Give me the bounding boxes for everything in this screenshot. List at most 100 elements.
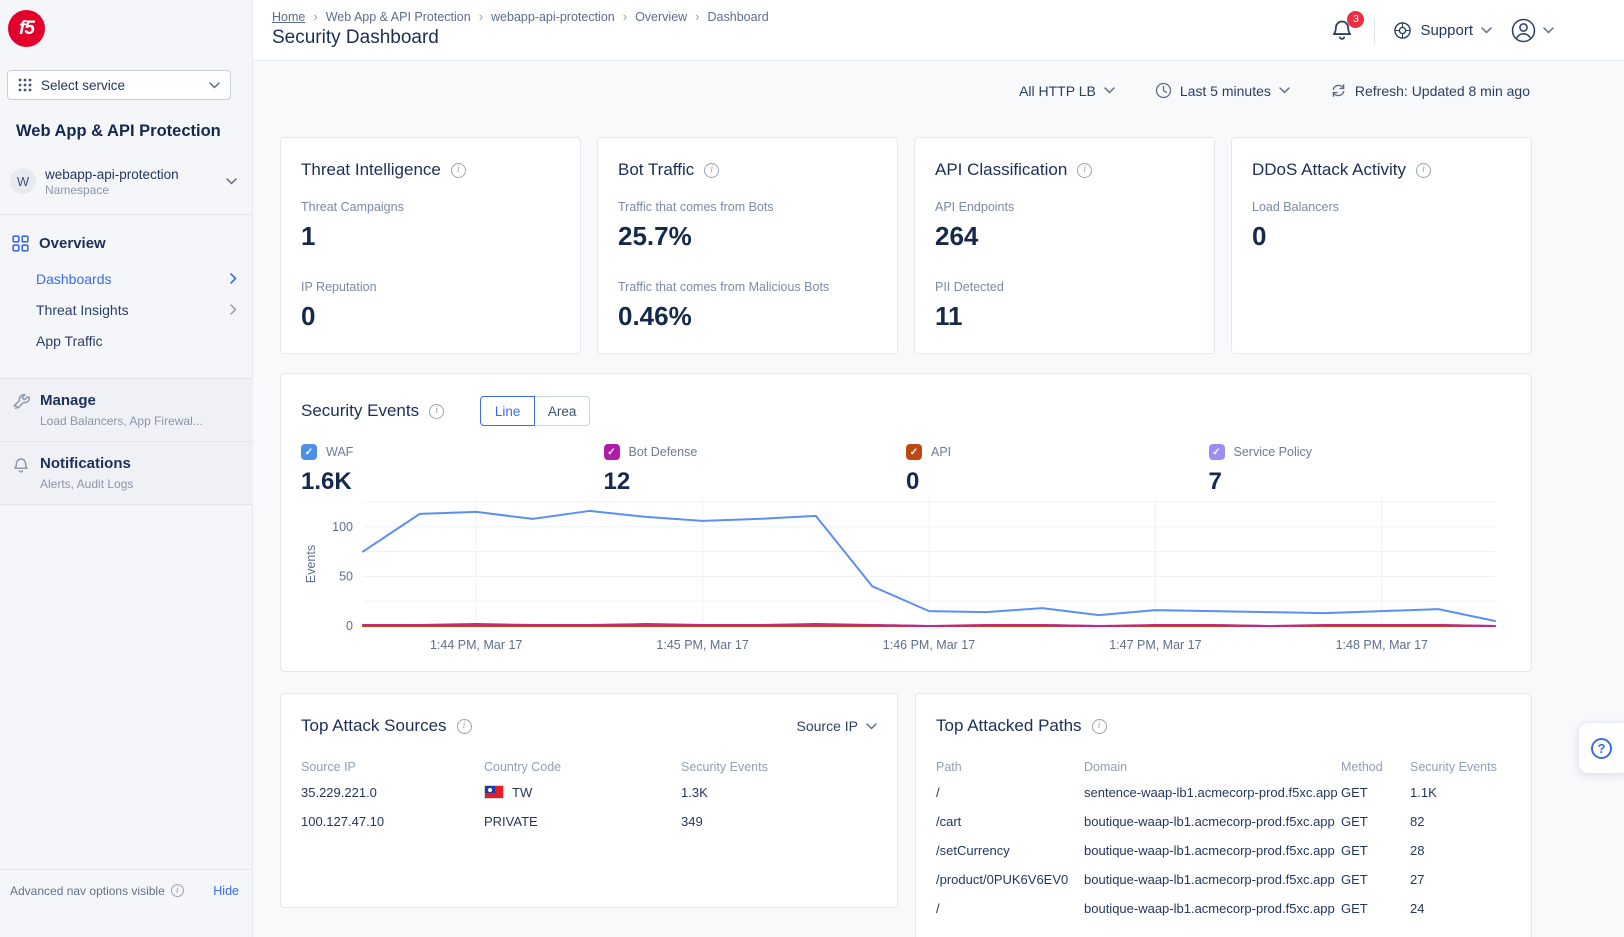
security-events-card: Security Events Line Area WAF 1.6K Bot D…: [280, 373, 1532, 672]
metric-value: 0.46%: [618, 301, 877, 332]
svg-text:100: 100: [332, 520, 353, 534]
legend-item-api: API 0: [906, 444, 1209, 496]
load-balancer-filter[interactable]: All HTTP LB: [1019, 83, 1115, 99]
f5-logo[interactable]: f5: [8, 10, 45, 47]
method-cell: GET: [1341, 894, 1410, 923]
account-menu[interactable]: [1510, 17, 1554, 44]
breadcrumb-separator: [623, 9, 627, 24]
time-range-filter[interactable]: Last 5 minutes: [1155, 82, 1290, 99]
table-row[interactable]: / boutique-waap-lb1.acmecorp-prod.f5xc.a…: [936, 894, 1511, 923]
country-cell: TW: [484, 778, 681, 807]
support-lifering-icon: [1393, 21, 1412, 40]
info-icon[interactable]: [451, 163, 466, 178]
info-icon[interactable]: [457, 719, 472, 734]
breadcrumb-home[interactable]: Home: [272, 10, 305, 24]
info-icon[interactable]: [429, 404, 444, 419]
chart-legend: WAF 1.6K Bot Defense 12 API 0: [301, 444, 1511, 496]
refresh-button[interactable]: Refresh: Updated 8 min ago: [1330, 82, 1530, 99]
line-chart-canvas: 1:44 PM, Mar 171:45 PM, Mar 171:46 PM, M…: [301, 492, 1513, 660]
product-title: Web App & API Protection: [16, 122, 221, 141]
svg-text:1:48 PM, Mar 17: 1:48 PM, Mar 17: [1336, 638, 1428, 652]
select-service-dropdown[interactable]: Select service: [7, 70, 231, 100]
path-cell: /setCurrency: [936, 836, 1084, 865]
table-row[interactable]: 100.127.47.10 PRIVATE 349: [301, 807, 877, 836]
info-icon[interactable]: [1077, 163, 1092, 178]
table-row[interactable]: / sentence-waap-lb1.acmecorp-prod.f5xc.a…: [936, 778, 1511, 807]
bot-defense-checkbox[interactable]: [604, 444, 620, 460]
info-icon[interactable]: [1416, 163, 1431, 178]
legend-label: API: [931, 445, 951, 459]
group-by-value: Source IP: [797, 718, 858, 734]
card-title: Top Attack Sources: [301, 716, 447, 736]
sidebar-item-overview[interactable]: Overview: [0, 226, 253, 260]
advanced-nav-text: Advanced nav options visible: [10, 884, 165, 898]
column-header: Method: [1341, 756, 1410, 778]
select-service-label: Select service: [41, 78, 125, 93]
notifications-bell-button[interactable]: 3: [1330, 18, 1356, 44]
threat-insights-label: Threat Insights: [36, 302, 129, 318]
svg-text:0: 0: [346, 619, 353, 633]
service-policy-checkbox[interactable]: [1209, 444, 1225, 460]
sidebar-item-dashboards[interactable]: Dashboards: [0, 263, 253, 294]
chevron-down-icon: [1481, 27, 1492, 34]
info-icon[interactable]: [1092, 719, 1107, 734]
dashboards-label: Dashboards: [36, 271, 112, 287]
line-toggle-button[interactable]: Line: [480, 396, 535, 426]
metric-value: 0: [1252, 221, 1511, 252]
load-balancer-filter-value: All HTTP LB: [1019, 83, 1096, 99]
info-icon[interactable]: [704, 163, 719, 178]
svg-text:1:47 PM, Mar 17: 1:47 PM, Mar 17: [1109, 638, 1201, 652]
domain-cell: boutique-waap-lb1.acmecorp-prod.f5xc.app: [1084, 807, 1341, 836]
domain-cell: boutique-waap-lb1.acmecorp-prod.f5xc.app: [1084, 836, 1341, 865]
card-title: Security Events: [301, 401, 419, 421]
table-row[interactable]: /product/0PUK6V6EV0 boutique-waap-lb1.ac…: [936, 865, 1511, 894]
path-cell: /product/0PUK6V6EV0: [936, 865, 1084, 894]
support-menu[interactable]: Support: [1393, 21, 1492, 40]
path-cell: /: [936, 894, 1084, 923]
clock-icon: [1155, 82, 1172, 99]
sidebar-item-threat-insights[interactable]: Threat Insights: [0, 294, 253, 325]
table-row[interactable]: /cart boutique-waap-lb1.acmecorp-prod.f5…: [936, 807, 1511, 836]
breadcrumb-overview[interactable]: Overview: [635, 10, 687, 24]
help-button[interactable]: [1578, 722, 1624, 774]
chevron-down-icon: [226, 178, 237, 185]
notification-count-badge: 3: [1347, 11, 1364, 28]
sidebar-sections: Manage Load Balancers, App Firewal... No…: [0, 378, 253, 505]
breadcrumb-dashboard: Dashboard: [708, 10, 769, 24]
path-cell: /cart: [936, 807, 1084, 836]
sidebar-item-notifications[interactable]: Notifications Alerts, Audit Logs: [0, 441, 253, 504]
method-cell: GET: [1341, 865, 1410, 894]
chevron-down-icon: [1279, 87, 1290, 94]
source-ip-cell: 100.127.47.10: [301, 807, 484, 836]
top-attack-sources-card: Top Attack Sources Source IP Source IP C…: [280, 693, 898, 908]
events-cell: 1.3K: [681, 778, 877, 807]
namespace-avatar: W: [10, 168, 36, 194]
chevron-right-icon: [230, 273, 237, 284]
hide-nav-button[interactable]: Hide: [213, 884, 239, 898]
refresh-status-text: Refresh: Updated 8 min ago: [1355, 83, 1530, 99]
area-toggle-button[interactable]: Area: [535, 396, 590, 426]
table-row[interactable]: 35.229.221.0 TW 1.3K: [301, 778, 877, 807]
breadcrumb-separator: [313, 9, 317, 24]
overview-grid-icon: [12, 235, 29, 252]
sidebar-item-manage[interactable]: Manage Load Balancers, App Firewal...: [0, 379, 253, 441]
api-checkbox[interactable]: [906, 444, 922, 460]
sidebar-item-app-traffic[interactable]: App Traffic: [0, 325, 253, 356]
table-row[interactable]: /setCurrency boutique-waap-lb1.acmecorp-…: [936, 836, 1511, 865]
chevron-down-icon: [866, 723, 877, 730]
metric-label: PII Detected: [935, 280, 1194, 294]
info-icon: [171, 884, 184, 897]
attacked-paths-table: Path Domain Method Security Events / sen…: [936, 756, 1511, 923]
breadcrumb-namespace[interactable]: webapp-api-protection: [491, 10, 615, 24]
app-traffic-label: App Traffic: [36, 333, 103, 349]
notifications-description: Alerts, Audit Logs: [40, 477, 133, 491]
card-title: DDoS Attack Activity: [1252, 160, 1406, 180]
notifications-label: Notifications: [40, 455, 133, 473]
group-by-dropdown[interactable]: Source IP: [797, 718, 877, 734]
breadcrumb-waap[interactable]: Web App & API Protection: [326, 10, 471, 24]
metric-label: Threat Campaigns: [301, 200, 560, 214]
svg-text:1:44 PM, Mar 17: 1:44 PM, Mar 17: [430, 638, 522, 652]
support-label: Support: [1420, 22, 1473, 39]
waf-checkbox[interactable]: [301, 444, 317, 460]
namespace-selector[interactable]: W webapp-api-protection Namespace: [0, 158, 253, 204]
